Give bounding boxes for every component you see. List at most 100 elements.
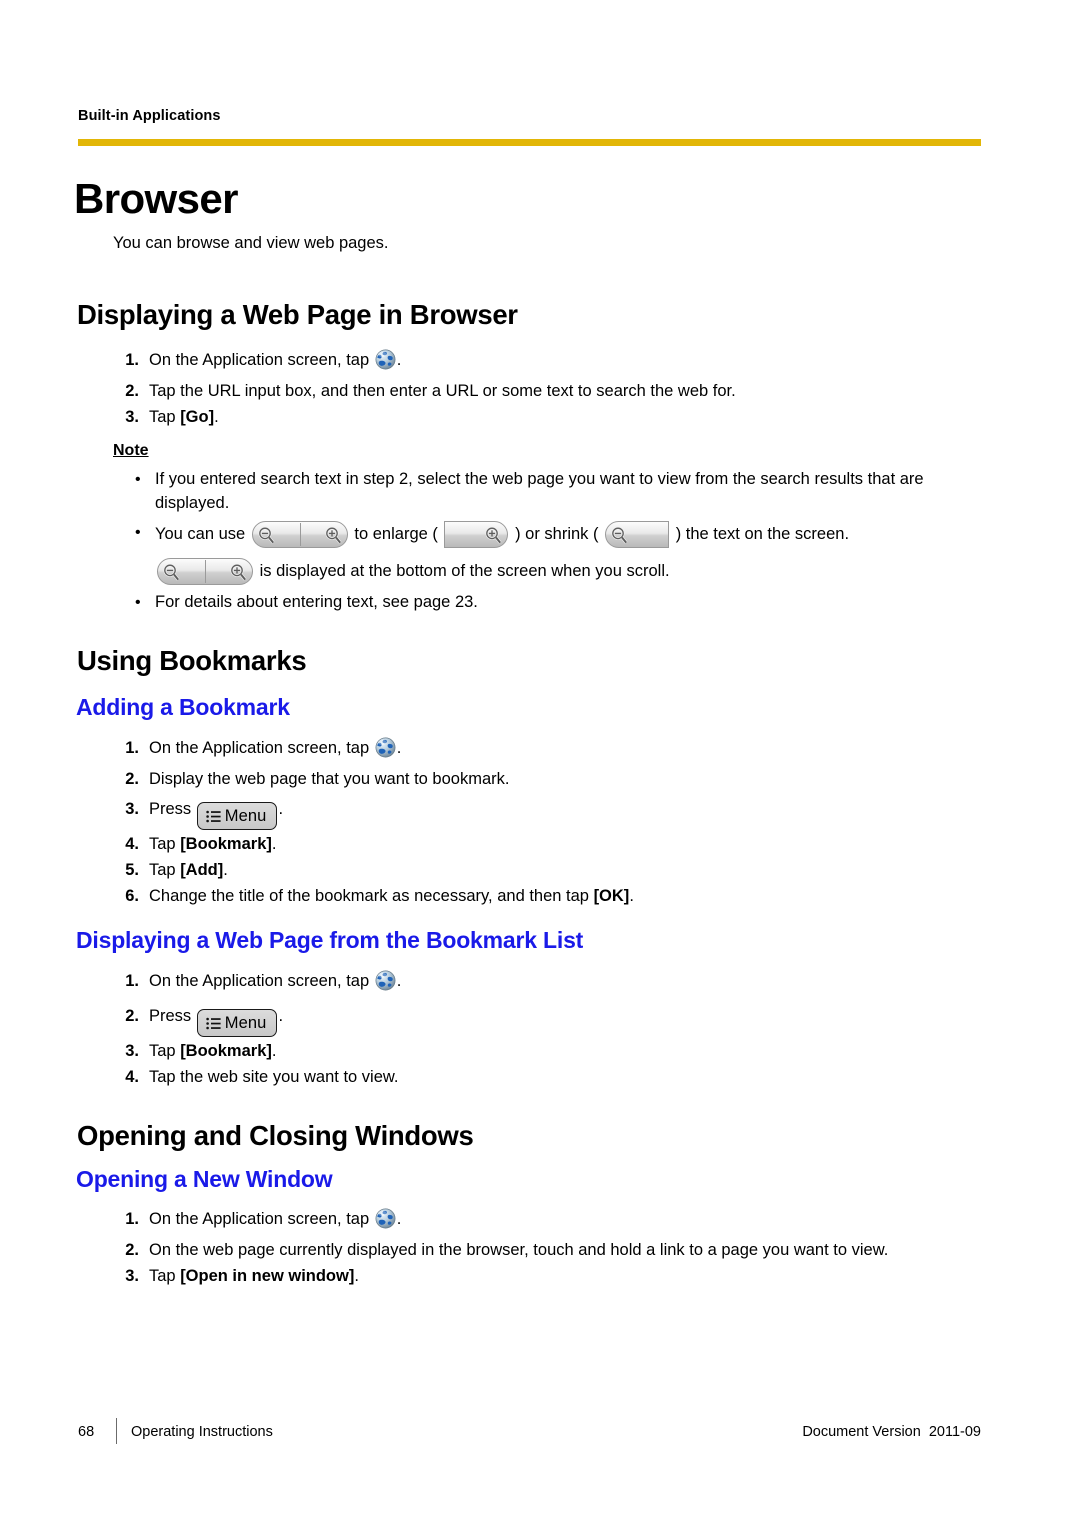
step-text-end: .: [629, 887, 634, 905]
list-item: 3. Tap [Open in new window].: [113, 1265, 993, 1288]
subsection-heading-opening-new-window: Opening a New Window: [76, 1166, 333, 1192]
step-text: Tap the URL input box, and then enter a …: [149, 382, 736, 400]
list-item: 2. Tap the URL input box, and then enter…: [113, 380, 993, 403]
step-text: Tap: [149, 1267, 181, 1285]
document-page: Built-in Applications Browser You can br…: [0, 0, 1080, 1527]
magnifier-minus-icon[interactable]: [162, 563, 181, 582]
section-heading-opening-closing-windows: Opening and Closing Windows: [77, 1120, 474, 1151]
header-rule: [78, 139, 981, 146]
menu-hardware-key[interactable]: Menu: [196, 802, 278, 830]
globe-icon: [375, 1208, 396, 1229]
note-text: is displayed at the bottom of the screen…: [259, 562, 670, 580]
subsection-heading-bookmark-list: Displaying a Web Page from the Bookmark …: [76, 927, 584, 953]
magnifier-plus-icon[interactable]: [229, 563, 248, 582]
note-list: • If you entered search text in step 2, …: [113, 468, 993, 621]
list-item-zoom-controls: • You can use to enlarge ( ) or shrink (…: [113, 521, 993, 548]
step-text: Tap the web site you want to view.: [149, 1068, 399, 1086]
step-number: 3.: [125, 1042, 139, 1060]
globe-icon: [375, 349, 396, 370]
step-number: 6.: [125, 887, 139, 905]
list-icon: [206, 1012, 221, 1030]
step-text: Change the title of the bookmark as nece…: [149, 887, 594, 905]
step-number: 2.: [125, 382, 139, 400]
globe-icon: [375, 970, 396, 991]
list-item: • For details about entering text, see p…: [113, 591, 993, 615]
step-text: On the Application screen, tap: [149, 1210, 374, 1228]
list-item: 1. On the Application screen, tap .: [113, 349, 993, 372]
list-item: 6. Change the title of the bookmark as n…: [113, 885, 993, 908]
step-number: 1.: [125, 972, 139, 990]
note-text-part4: ) the text on the screen.: [675, 525, 850, 543]
zoom-widget-divider: [299, 523, 302, 546]
step-text-end: .: [396, 739, 402, 757]
list-item: 2. Press Menu.: [113, 1001, 993, 1037]
footer-divider: [116, 1418, 118, 1444]
menu-hardware-key[interactable]: Menu: [196, 1009, 278, 1037]
keyword-add: [Add]: [180, 861, 224, 879]
note-text-part3: ) or shrink (: [515, 525, 599, 543]
step-text: Press: [149, 1007, 196, 1025]
step-number: 4.: [125, 1068, 139, 1086]
list-item: 3. Press Menu.: [113, 794, 993, 830]
menu-key-label: Menu: [224, 807, 267, 825]
zoom-widget-divider: [205, 560, 207, 583]
step-text: On the Application screen, tap: [149, 739, 374, 757]
keyword-bookmark: [Bookmark]: [180, 1042, 272, 1060]
step-text: On the Application screen, tap: [149, 972, 374, 990]
step-number: 2.: [125, 1241, 139, 1259]
keyword-bookmark: [Bookmark]: [180, 835, 272, 853]
step-text: Tap: [149, 861, 181, 879]
step-number: 2.: [125, 1007, 139, 1025]
step-number: 1.: [125, 351, 139, 369]
list-item: 5. Tap [Add].: [113, 859, 993, 882]
step-number: 4.: [125, 835, 139, 853]
note-text: For details about entering text, see pag…: [155, 593, 478, 611]
step-number: 1.: [125, 1210, 139, 1228]
step-text: On the web page currently displayed in t…: [149, 1241, 889, 1259]
list-item: 3. Tap [Bookmark].: [113, 1040, 993, 1063]
menu-key-label: Menu: [224, 1014, 267, 1032]
step-text-end: .: [396, 1210, 402, 1228]
step-text: On the Application screen, tap: [149, 351, 374, 369]
step-text: Tap: [149, 408, 181, 426]
magnifier-plus-icon[interactable]: [484, 526, 503, 545]
step-text: Display the web page that you want to bo…: [149, 770, 510, 788]
footer-page-number: 68: [78, 1424, 95, 1440]
list-item: 3. Tap [Go].: [113, 406, 993, 429]
keyword-open-in-new-window: [Open in new window]: [180, 1267, 355, 1285]
zoom-in-widget[interactable]: [444, 521, 509, 548]
note-scroll-line: is displayed at the bottom of the screen…: [113, 558, 993, 585]
subsection-heading-adding-bookmark: Adding a Bookmark: [76, 694, 290, 720]
zoom-control-widget[interactable]: [251, 521, 348, 548]
step-list-opening-new-window: 1. On the Application screen, tap . 2. O…: [113, 1208, 993, 1291]
step-number: 1.: [125, 739, 139, 757]
magnifier-minus-icon[interactable]: [610, 526, 629, 545]
list-item: 1. On the Application screen, tap .: [113, 737, 993, 760]
step-text-end: .: [271, 835, 277, 853]
bullet-glyph: •: [135, 524, 141, 541]
zoom-out-widget[interactable]: [605, 521, 670, 548]
step-list-bookmark-list: 1. On the Application screen, tap . 2. P…: [113, 970, 993, 1092]
running-header: Built-in Applications: [78, 108, 221, 124]
magnifier-plus-icon[interactable]: [324, 526, 343, 545]
bullet-glyph: •: [135, 594, 141, 611]
section-heading-using-bookmarks: Using Bookmarks: [77, 645, 307, 676]
step-text-end: .: [223, 861, 228, 879]
step-number: 3.: [125, 1267, 139, 1285]
magnifier-minus-icon[interactable]: [257, 526, 276, 545]
list-item: 4. Tap [Bookmark].: [113, 833, 993, 856]
step-text-end: .: [214, 408, 219, 426]
step-text: Tap: [149, 1042, 181, 1060]
keyword-go: [Go]: [180, 408, 215, 426]
list-item: 2. On the web page currently displayed i…: [113, 1239, 993, 1262]
step-text-end: .: [271, 1042, 277, 1060]
footer-document-version: Document Version 2011-09: [802, 1424, 981, 1440]
step-text-end: .: [278, 1007, 284, 1025]
step-text-end: .: [354, 1267, 359, 1285]
step-list-displaying-web-page: 1. On the Application screen, tap . 2. T…: [113, 349, 993, 432]
step-number: 2.: [125, 770, 139, 788]
section-heading-displaying-web-page: Displaying a Web Page in Browser: [77, 299, 518, 330]
keyword-ok: [OK]: [593, 887, 630, 905]
step-number: 3.: [125, 408, 139, 426]
zoom-control-widget[interactable]: [157, 558, 253, 585]
